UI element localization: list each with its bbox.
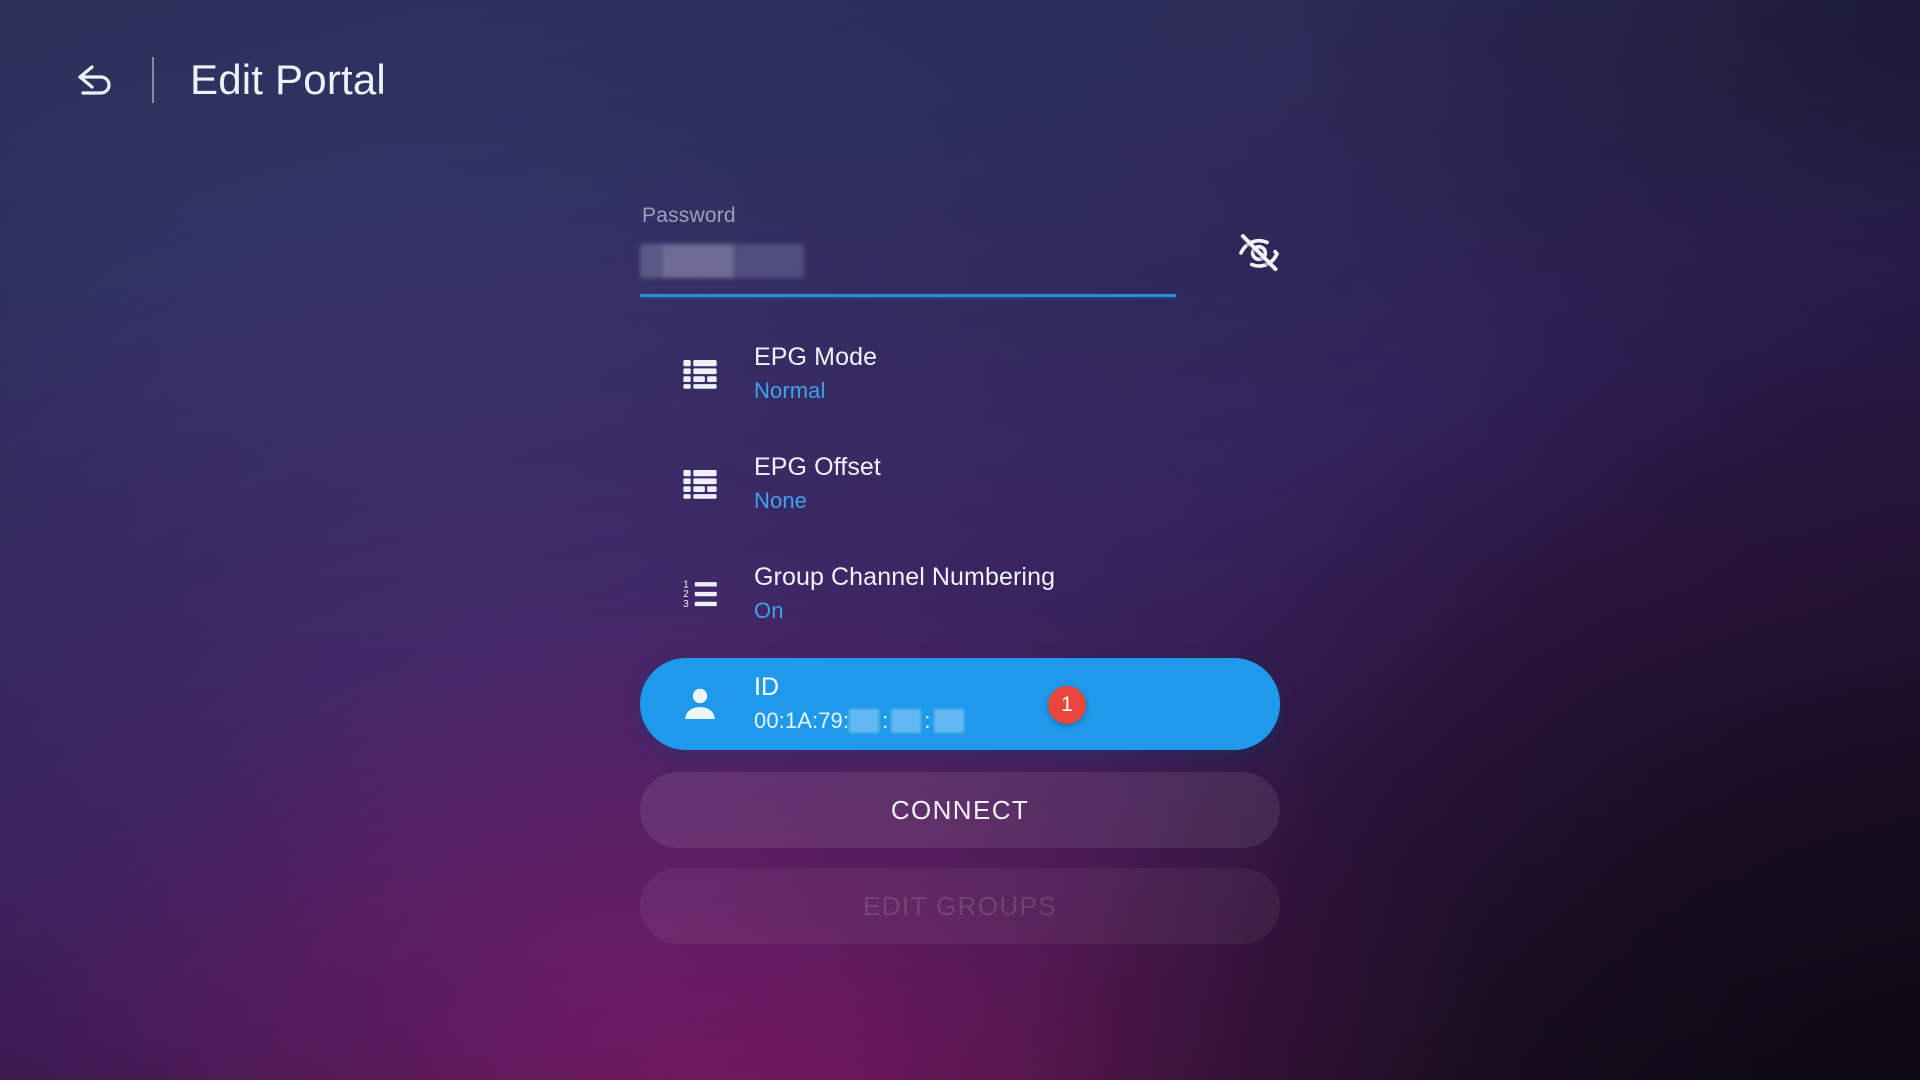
setting-row-text: ID 00:1A:79::: — [754, 672, 964, 735]
mac-separator: : — [882, 708, 889, 734]
setting-row-epg-offset[interactable]: EPG Offset None — [640, 438, 1280, 530]
setting-row-text: Group Channel Numbering On — [754, 562, 1055, 625]
epg-grid-icon — [674, 458, 726, 510]
back-button[interactable] — [62, 49, 124, 111]
edit-portal-screen: Edit Portal Password EPG Mode Normal EPG… — [0, 0, 1920, 1080]
password-underline — [640, 294, 1176, 297]
password-label: Password — [642, 204, 736, 227]
setting-row-group-channel-numbering[interactable]: 1 2 3 Group Channel Numbering On — [640, 548, 1280, 640]
numbered-list-icon: 1 2 3 — [674, 568, 726, 620]
password-input[interactable] — [640, 242, 1176, 300]
setting-title: Group Channel Numbering — [754, 563, 1056, 592]
mac-address-prefix: 00:1A:79: — [754, 708, 850, 734]
toggle-password-visibility-button[interactable] — [1228, 224, 1290, 286]
person-icon — [674, 678, 726, 730]
setting-value: Normal — [754, 378, 826, 404]
header-divider — [152, 57, 154, 103]
setting-title: ID — [754, 673, 780, 702]
setting-value: None — [754, 488, 807, 514]
eye-off-icon — [1236, 230, 1282, 281]
setting-row-text: EPG Mode Normal — [754, 342, 877, 405]
portal-form: Password EPG Mode Normal EPG Offset None… — [640, 196, 1280, 944]
epg-grid-icon — [674, 348, 726, 400]
mac-redacted-block — [891, 709, 922, 733]
setting-row-id[interactable]: ID 00:1A:79::: 1 — [640, 658, 1280, 750]
back-arrow-icon — [70, 57, 116, 103]
mac-redacted-block — [933, 709, 964, 733]
edit-groups-button[interactable]: EDIT GROUPS — [640, 868, 1280, 944]
setting-title: EPG Mode — [754, 343, 878, 372]
setting-value: On — [754, 598, 784, 624]
page-title: Edit Portal — [190, 56, 386, 103]
mac-separator: : — [924, 708, 931, 734]
setting-value: 00:1A:79::: — [754, 706, 964, 735]
mac-redacted-block — [849, 709, 880, 733]
settings-list: EPG Mode Normal EPG Offset None 1 2 3 Gr… — [640, 328, 1280, 768]
setting-row-epg-mode[interactable]: EPG Mode Normal — [640, 328, 1280, 420]
action-buttons: CONNECT EDIT GROUPS — [640, 772, 1280, 964]
status-badge: 1 — [1048, 686, 1086, 724]
setting-row-text: EPG Offset None — [754, 452, 881, 515]
connect-button[interactable]: CONNECT — [640, 772, 1280, 848]
password-block: Password — [640, 196, 1280, 316]
svg-text:3: 3 — [683, 599, 689, 610]
app-header: Edit Portal — [0, 0, 1920, 160]
setting-title: EPG Offset — [754, 453, 881, 482]
password-masked-value — [640, 244, 804, 278]
